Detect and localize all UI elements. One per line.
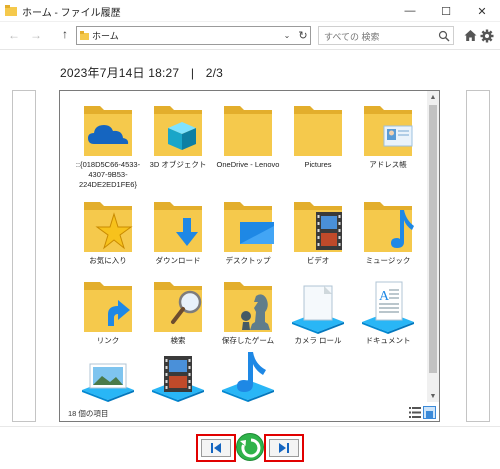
camera-roll-library-icon — [292, 285, 344, 334]
next-version-inner — [269, 439, 299, 457]
folder-item[interactable]: ::{018D5C66-4533-4307-9B53-224DE2ED1FE6} — [72, 100, 144, 190]
item-label: ::{018D5C66-4533-4307-9B53-224DE2ED1FE6} — [75, 160, 141, 189]
restore-button[interactable] — [236, 433, 264, 461]
scroll-up-arrow[interactable]: ▲ — [427, 91, 439, 103]
back-button[interactable]: ← — [8, 28, 20, 42]
address-dropdown-button[interactable]: ⌄ — [280, 26, 294, 45]
music-library-icon — [222, 352, 274, 402]
contacts-folder-icon — [364, 106, 413, 156]
search-icon — [438, 30, 450, 42]
item-label: ビデオ — [306, 256, 330, 265]
svg-text:A: A — [379, 289, 390, 304]
item-label: ミュージック — [365, 256, 411, 265]
snapshot-page: 2/3 — [205, 66, 223, 80]
folder-item[interactable]: ミュージック — [352, 196, 424, 286]
library-item[interactable]: A ドキュメント — [352, 276, 424, 366]
item-label: OneDrive - Lenovo — [216, 160, 280, 169]
videos-folder-icon — [294, 202, 342, 252]
previous-version-inner — [201, 439, 231, 457]
scroll-thumb[interactable] — [429, 105, 437, 373]
folder-item[interactable]: OneDrive - Lenovo — [212, 100, 284, 190]
vertical-scrollbar[interactable]: ▲ ▼ — [427, 91, 439, 402]
folder-item[interactable]: デスクトップ — [212, 196, 284, 286]
snapshot-datetime: 2023年7月14日 18:27 — [60, 66, 180, 80]
refresh-button[interactable]: ↻ — [296, 26, 310, 45]
skip-next-icon — [279, 443, 289, 453]
next-version-button[interactable] — [264, 434, 304, 462]
downloads-folder-icon — [154, 202, 202, 252]
documents-library-icon: A — [362, 281, 414, 334]
item-label: アドレス帳 — [369, 160, 407, 169]
navigation-bar: ← → ↑ ホーム ⌄ ↻ すべての 検索 — [0, 22, 500, 50]
item-label: リンク — [96, 336, 120, 345]
folder-item[interactable]: お気に入り — [72, 196, 144, 286]
item-label: Pictures — [304, 160, 332, 169]
item-label: 検索 — [170, 336, 186, 345]
folder-item[interactable]: 3D オブジェクト — [142, 100, 214, 190]
folder-item[interactable]: ダウンロード — [142, 196, 214, 286]
skip-previous-icon — [211, 443, 221, 453]
item-label: お気に入り — [89, 256, 127, 265]
item-count: 18 個の項目 — [68, 409, 109, 418]
desktop-folder-icon — [224, 202, 274, 252]
3d-objects-folder-icon — [154, 106, 202, 156]
snapshot-info: 2023年7月14日 18:27 | 2/3 — [60, 64, 223, 81]
large-icons-view-icon[interactable] — [423, 406, 436, 419]
details-view-icon[interactable] — [409, 407, 421, 418]
item-label: ドキュメント — [365, 336, 411, 345]
search-placeholder: すべての 検索 — [324, 32, 380, 42]
file-history-app-icon — [5, 5, 17, 16]
previous-snapshot-preview — [12, 90, 36, 422]
home-folder-icon — [80, 31, 89, 40]
item-label: 保存したゲーム — [221, 336, 275, 345]
next-snapshot-preview — [466, 90, 490, 422]
searches-folder-icon — [154, 282, 202, 332]
links-folder-icon — [84, 282, 132, 332]
onedrive-folder-icon — [84, 106, 132, 156]
library-item[interactable]: カメラ ロール — [282, 276, 354, 366]
close-button[interactable]: ✕ — [464, 0, 500, 22]
folder-item[interactable]: アドレス帳 — [352, 100, 424, 190]
restore-icon — [240, 438, 261, 458]
folder-item[interactable]: ビデオ — [282, 196, 354, 286]
previous-version-button[interactable] — [196, 434, 236, 462]
item-label: 3D オブジェクト — [149, 160, 207, 169]
pictures-library-icon — [82, 363, 134, 402]
maximize-button[interactable]: ☐ — [428, 0, 464, 22]
home-icon[interactable] — [464, 29, 477, 42]
status-bar: 18 個の項目 — [60, 404, 439, 421]
gear-icon[interactable] — [480, 29, 494, 43]
address-bar[interactable]: ホーム — [76, 26, 311, 45]
forward-button[interactable]: → — [30, 28, 42, 42]
onedrive-lenovo-folder-icon — [224, 106, 272, 156]
saved-games-folder-icon — [224, 282, 272, 332]
item-label: カメラ ロール — [294, 336, 342, 345]
bottom-divider — [0, 426, 500, 427]
videos-library-icon — [152, 356, 204, 402]
favorites-folder-icon — [84, 202, 133, 252]
window-title: ホーム - ファイル履歴 — [22, 8, 121, 19]
search-box[interactable]: すべての 検索 — [318, 26, 454, 45]
item-label: ダウンロード — [155, 256, 201, 265]
address-text: ホーム — [92, 31, 119, 41]
pictures-folder-icon — [294, 106, 342, 156]
up-button[interactable]: ↑ — [62, 27, 68, 41]
scroll-down-arrow[interactable]: ▼ — [427, 390, 439, 402]
folder-item[interactable]: Pictures — [282, 100, 354, 190]
tile-icon — [426, 411, 433, 418]
title-bar: ホーム - ファイル履歴 — ☐ ✕ — [0, 0, 500, 22]
snapshot-separator: | — [190, 66, 195, 80]
music-folder-icon — [364, 202, 414, 252]
item-label: デスクトップ — [225, 256, 271, 265]
minimize-button[interactable]: — — [392, 0, 428, 22]
